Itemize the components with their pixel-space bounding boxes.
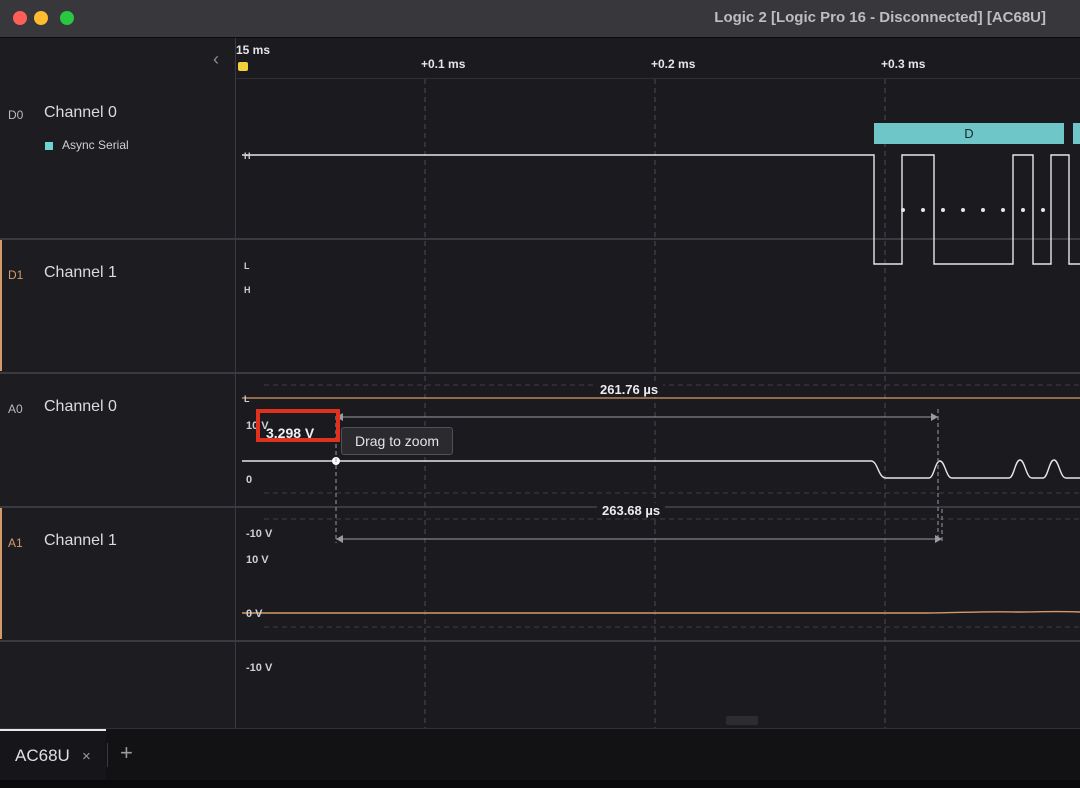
drag-to-zoom-tooltip: Drag to zoom (341, 427, 454, 455)
plus-icon[interactable]: + (120, 740, 133, 766)
analog-waveform-a0 (242, 459, 1080, 479)
bit-dot (921, 208, 925, 212)
timeline-tick: +0.1 ms (421, 57, 466, 71)
waveform-area[interactable]: D H L H L 10 V 0 -10 V 10 V 0 V -10 V (236, 79, 1080, 728)
channel-row-d1[interactable]: D1 Channel 1 (0, 240, 235, 371)
bit-dot (941, 208, 945, 212)
analyzer-color-swatch (45, 142, 53, 150)
level-low-label: L (244, 394, 250, 404)
timeline-ruler[interactable]: 15 ms +0.1 ms +0.2 ms +0.3 ms (236, 38, 1080, 79)
horizontal-scroll-handle[interactable] (726, 716, 758, 725)
zoom-window-button[interactable] (60, 11, 74, 25)
channel-id: D0 (8, 108, 24, 122)
decoded-frame-label: D (964, 126, 973, 141)
timeline-tick: +0.3 ms (881, 57, 926, 71)
close-window-button[interactable] (13, 11, 27, 25)
session-tab[interactable]: AC68U × (0, 729, 106, 781)
channel-id: A0 (8, 402, 23, 416)
decoded-frame-next (1073, 123, 1080, 144)
session-tab-bar: AC68U × + (0, 728, 1080, 781)
level-low-label: L (244, 261, 250, 271)
channel-name[interactable]: Channel 1 (44, 532, 117, 550)
bit-dot (901, 208, 905, 212)
timeline-start-label: 15 ms (236, 43, 271, 57)
axis-label: -10 V (246, 662, 273, 674)
level-high-label: H (244, 151, 251, 161)
cursor-value: 3.298 V (266, 425, 315, 441)
close-icon[interactable]: × (82, 748, 91, 765)
bit-dot (961, 208, 965, 212)
bit-dot (1041, 208, 1045, 212)
bit-dot (981, 208, 985, 212)
channel-name[interactable]: Channel 0 (44, 398, 117, 416)
axis-label: 0 V (246, 608, 263, 620)
channel-name[interactable]: Channel 1 (44, 264, 117, 282)
window-bottom-edge (0, 780, 1080, 788)
voltage-grid (264, 384, 1080, 628)
analyzer-label[interactable]: Async Serial (62, 138, 129, 152)
window-title: Logic 2 [Logic Pro 16 - Disconnected] [A… (714, 9, 1046, 26)
digital-waveform-d0 (242, 154, 1080, 265)
channel-name[interactable]: Channel 0 (44, 104, 117, 122)
timeline-start-marker[interactable] (238, 62, 248, 71)
axis-label: 10 V (246, 554, 269, 566)
tab-divider (107, 743, 108, 767)
channel-row-d0[interactable]: D0 Channel 0 Async Serial (0, 79, 235, 238)
arrowhead (336, 535, 343, 543)
time-grid (424, 79, 886, 728)
measurement-top-delta: 261.76 µs (595, 382, 664, 397)
serial-bit-dots (901, 208, 1045, 212)
axis-label: -10 V (246, 528, 273, 540)
arrowhead (931, 413, 938, 421)
channel-accent-bar (0, 508, 2, 639)
analog-waveform-a1 (242, 610, 1080, 614)
channel-label-column: ‹ D0 Channel 0 Async Serial D1 Channel 1… (0, 38, 236, 728)
main-area: ‹ D0 Channel 0 Async Serial D1 Channel 1… (0, 38, 1080, 728)
chevron-left-icon[interactable]: ‹ (213, 49, 219, 70)
channel-row-a1[interactable]: A1 Channel 1 (0, 508, 235, 639)
level-high-label: H (244, 285, 251, 295)
minimize-window-button[interactable] (34, 11, 48, 25)
bit-dot (1021, 208, 1025, 212)
channel-id: D1 (8, 268, 24, 282)
axis-label: 0 (246, 474, 252, 486)
bit-dot (1001, 208, 1005, 212)
measurement-bottom-delta: 263.68 µs (597, 503, 666, 518)
channel-row-a0[interactable]: A0 Channel 0 (0, 374, 235, 505)
timeline-tick: +0.2 ms (651, 57, 696, 71)
window-titlebar: Logic 2 [Logic Pro 16 - Disconnected] [A… (0, 0, 1080, 38)
channel-accent-bar (0, 240, 2, 371)
channel-id: A1 (8, 536, 23, 550)
session-tab-label: AC68U (15, 746, 70, 765)
